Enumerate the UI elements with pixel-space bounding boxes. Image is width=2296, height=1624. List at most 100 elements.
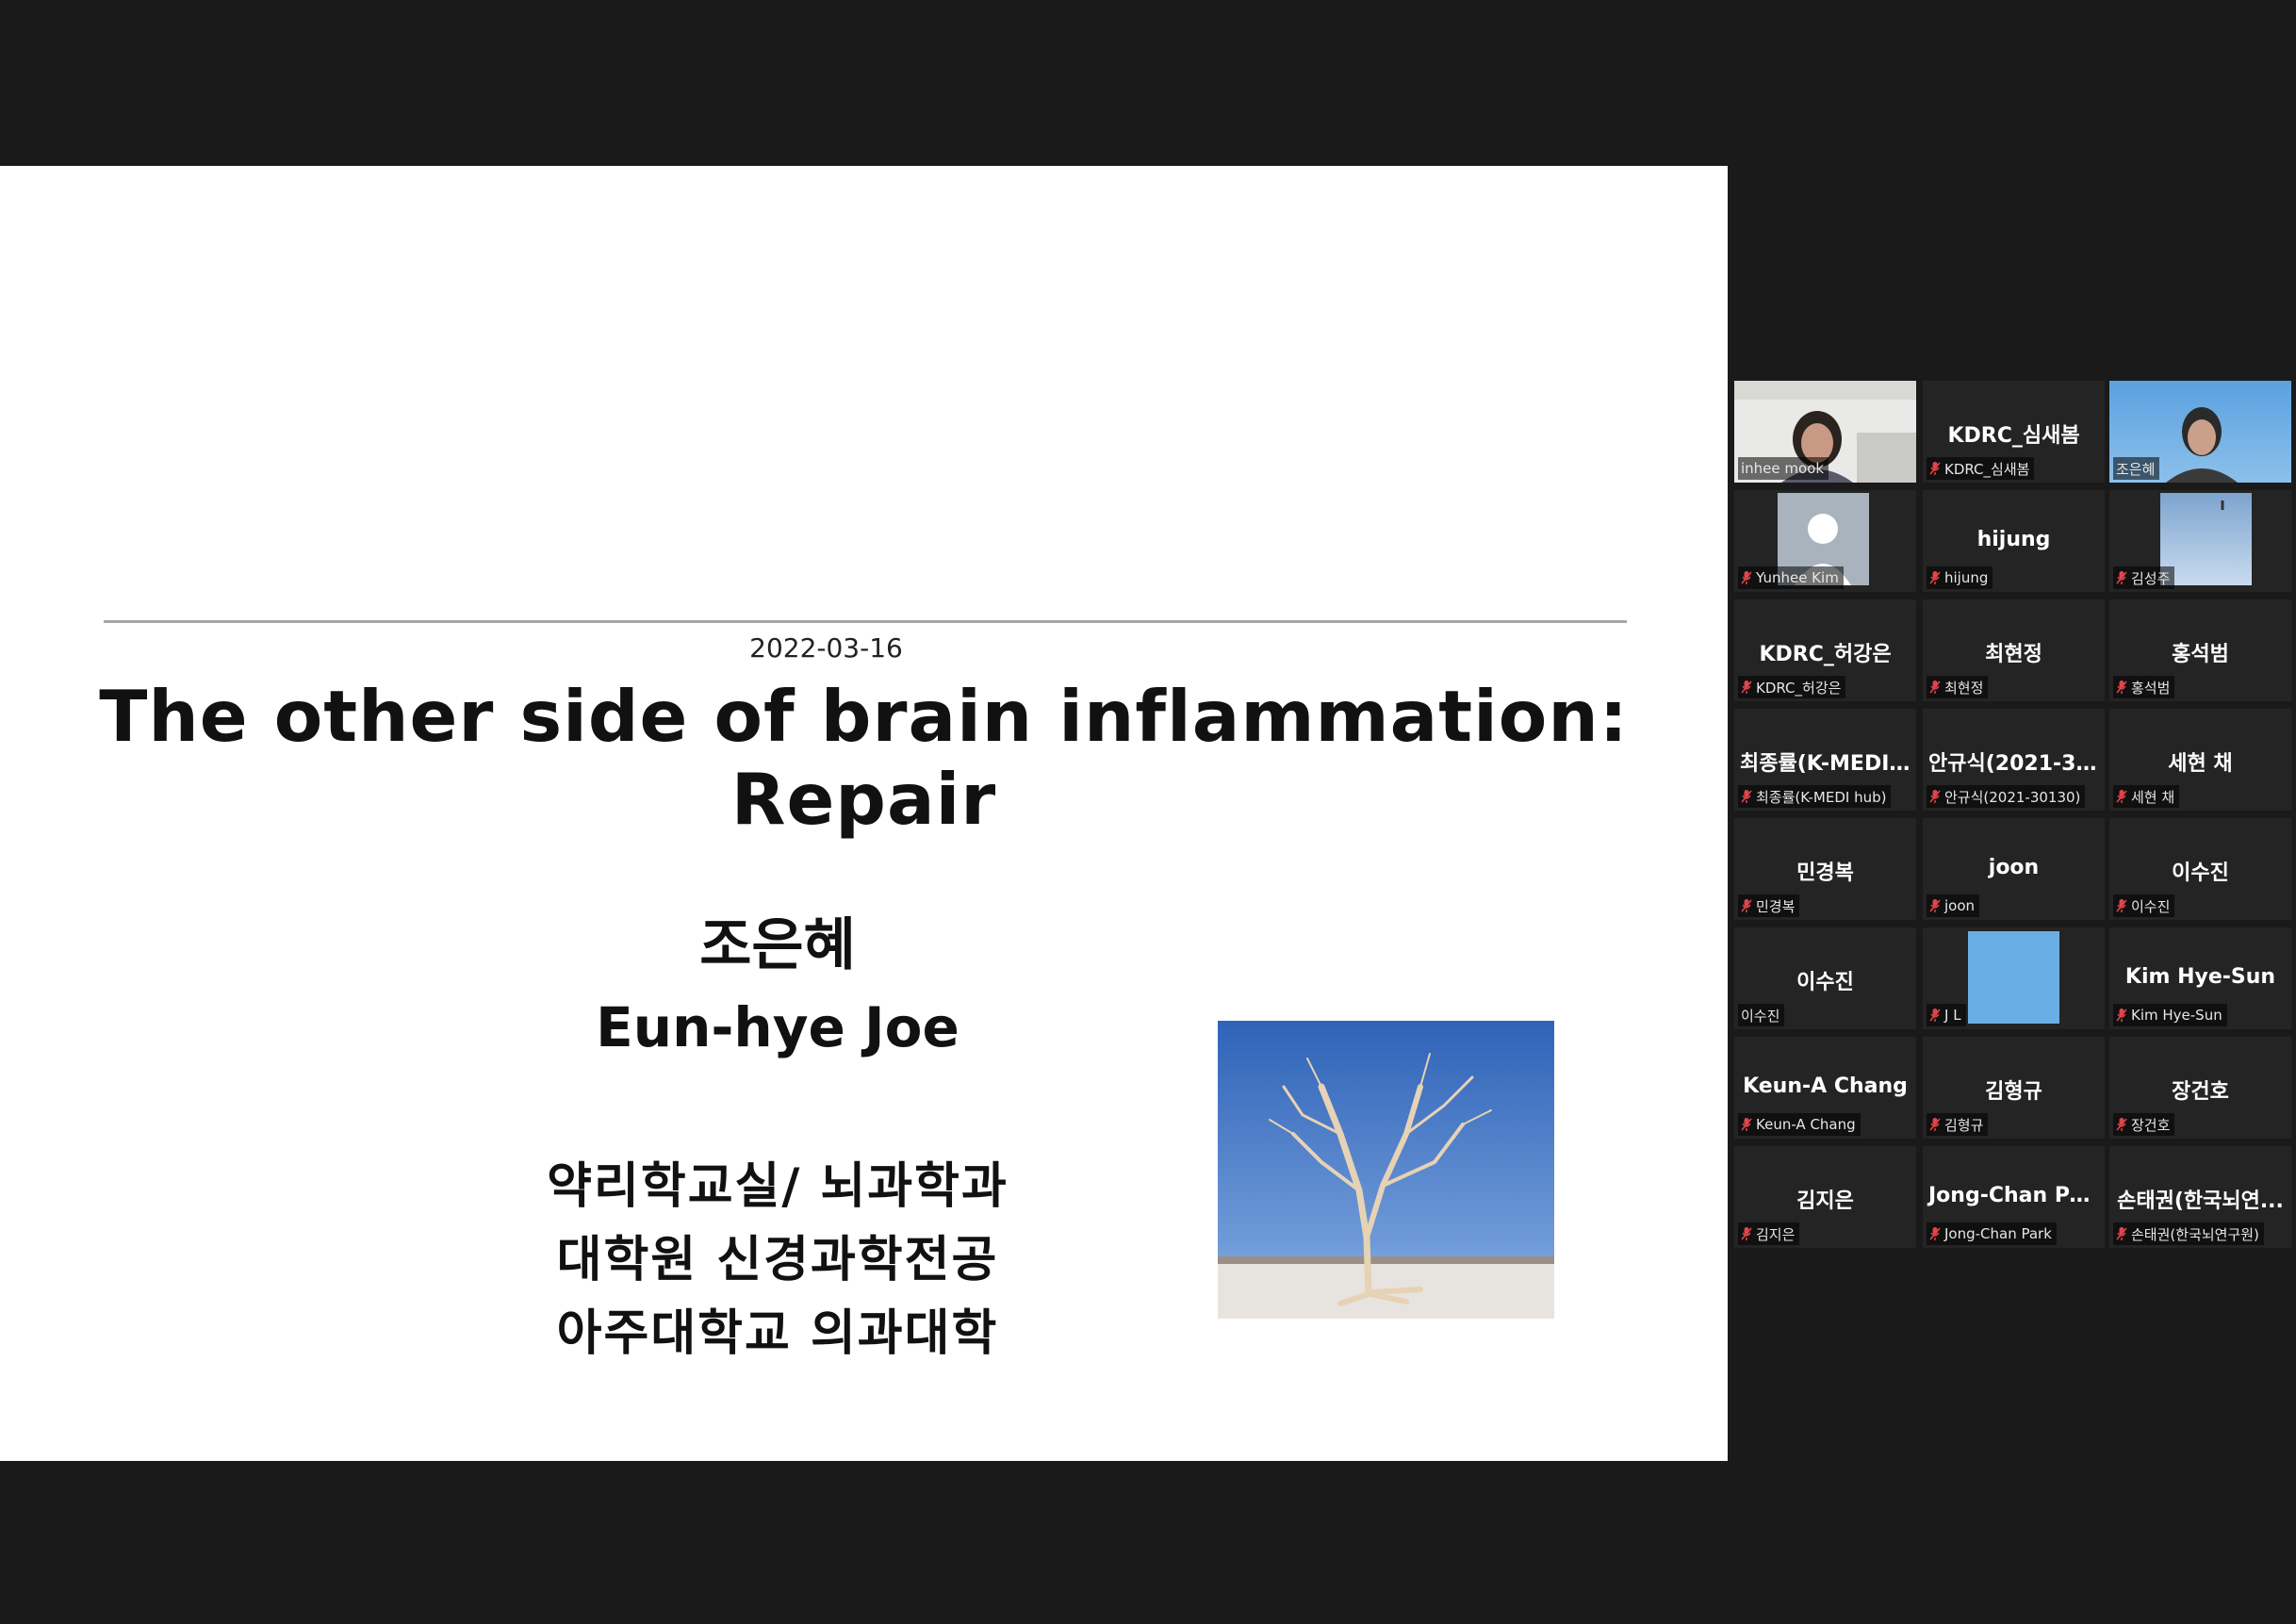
participant-label-text: KDRC_허강은 xyxy=(1756,679,1842,697)
participant-tile[interactable]: 세현 채 세현 채 xyxy=(2109,709,2291,811)
muted-mic-icon xyxy=(1929,790,1941,803)
participant-label-text: 이수진 xyxy=(1741,1007,1780,1025)
muted-mic-icon xyxy=(1741,790,1752,803)
participant-name-label: KDRC_심새봄 xyxy=(1927,457,2035,480)
muted-mic-icon xyxy=(1741,681,1752,694)
muted-mic-icon xyxy=(2116,571,2127,584)
participant-tile[interactable]: 조은혜 xyxy=(2109,381,2291,483)
muted-mic-icon xyxy=(2116,681,2127,694)
presenter-name-korean: 조은혜 xyxy=(699,912,856,978)
participant-tile[interactable]: 이수진 이수진 xyxy=(1734,927,1916,1029)
dead-tree-photo xyxy=(1218,1021,1554,1319)
muted-mic-icon xyxy=(1929,1227,1941,1240)
participant-tile[interactable]: Keun-A Chang Keun-A Chang xyxy=(1734,1037,1916,1139)
participant-tile[interactable]: 홍석범 홍석범 xyxy=(2109,599,2291,701)
participant-label-text: KDRC_심새봄 xyxy=(1944,460,2030,478)
muted-mic-icon xyxy=(2116,1118,2127,1131)
participant-display-name: 홍석범 xyxy=(2172,643,2229,666)
participant-name-label: Jong-Chan Park xyxy=(1927,1222,2057,1245)
participant-tile[interactable]: 김지은 김지은 xyxy=(1734,1146,1916,1248)
participant-tile[interactable]: 김형규 김형규 xyxy=(1923,1037,2105,1139)
slide-title: The other side of brain inflammation: Re… xyxy=(99,675,1629,841)
participant-name-label: 홍석범 xyxy=(2113,676,2175,698)
participant-name-label: 이수진 xyxy=(2113,894,2175,917)
participant-display-name: 이수진 xyxy=(2172,861,2229,885)
participant-label-text: joon xyxy=(1944,897,1976,914)
participant-label-text: 김성주 xyxy=(2131,569,2171,587)
participant-tile[interactable]: hijung hijung xyxy=(1923,490,2105,592)
slide-date: 2022-03-16 xyxy=(749,632,903,664)
participant-name-label: 장건호 xyxy=(2113,1113,2175,1136)
participant-display-name: KDRC_심새봄 xyxy=(1947,424,2080,448)
participant-display-name: 손태권(한국뇌연... xyxy=(2117,1189,2284,1213)
participant-name-label: 세현 채 xyxy=(2113,785,2180,808)
participant-tile[interactable]: 장건호 장건호 xyxy=(2109,1037,2291,1139)
participant-display-name: KDRC_허강은 xyxy=(1759,643,1892,666)
muted-mic-icon xyxy=(1929,899,1941,912)
participant-display-name: Keun-A Chang xyxy=(1743,1074,1908,1098)
participant-tile[interactable]: 안규식(2021-30... 안규식(2021-30130) xyxy=(1923,709,2105,811)
affiliation-line: 대학원 신경과학전공 xyxy=(556,1232,999,1288)
participant-name-label: Keun-A Chang xyxy=(1738,1113,1861,1136)
participant-label-text: J L xyxy=(1944,1007,1961,1024)
participant-tile[interactable]: Kim Hye-Sun Kim Hye-Sun xyxy=(2109,927,2291,1029)
affiliation-line: 아주대학교 의과대학 xyxy=(556,1305,999,1362)
participant-tile[interactable]: 김성주 xyxy=(2109,490,2291,592)
muted-mic-icon xyxy=(1929,681,1941,694)
muted-mic-icon xyxy=(1741,1118,1752,1131)
participant-name-label: 안규식(2021-30130) xyxy=(1927,785,2086,808)
participant-display-name: 민경복 xyxy=(1796,861,1854,885)
participant-name-label: 최종률(K-MEDI hub) xyxy=(1738,785,1892,808)
participant-name-label: 조은혜 xyxy=(2113,457,2160,480)
participant-tile[interactable]: joon joon xyxy=(1923,818,2105,920)
participant-tile[interactable]: 최현정 최현정 xyxy=(1923,599,2105,701)
participant-label-text: inhee mook xyxy=(1741,460,1825,477)
participant-label-text: 손태권(한국뇌연구원) xyxy=(2131,1225,2259,1243)
participant-tile[interactable]: 최종률(K-MEDI... 최종률(K-MEDI hub) xyxy=(1734,709,1916,811)
participant-label-text: 김지은 xyxy=(1756,1225,1796,1243)
participant-tile[interactable]: KDRC_심새봄 KDRC_심새봄 xyxy=(1923,381,2105,483)
muted-mic-icon xyxy=(2116,1009,2127,1022)
muted-mic-icon xyxy=(2116,899,2127,912)
participant-name-label: inhee mook xyxy=(1738,457,1829,480)
muted-mic-icon xyxy=(1929,1118,1941,1131)
participant-name-label: 손태권(한국뇌연구원) xyxy=(2113,1222,2264,1245)
slide-divider xyxy=(104,620,1627,623)
participant-label-text: 세현 채 xyxy=(2131,788,2175,806)
participant-display-name: Jong-Chan Park xyxy=(1928,1184,2105,1207)
participant-label-text: Yunhee Kim xyxy=(1756,569,1839,586)
participant-name-label: J L xyxy=(1927,1004,1966,1026)
participant-label-text: hijung xyxy=(1944,569,1989,586)
participant-display-name: hijung xyxy=(1976,528,2051,551)
participant-label-text: Keun-A Chang xyxy=(1756,1116,1856,1133)
participant-name-label: hijung xyxy=(1927,566,1993,589)
participant-name-label: 김지은 xyxy=(1738,1222,1800,1245)
muted-mic-icon xyxy=(2116,1227,2127,1240)
participant-tile[interactable]: Yunhee Kim xyxy=(1734,490,1916,592)
participant-label-text: Kim Hye-Sun xyxy=(2131,1007,2222,1024)
participant-display-name: Kim Hye-Sun xyxy=(2124,965,2276,989)
participant-tile[interactable]: Jong-Chan Park Jong-Chan Park xyxy=(1923,1146,2105,1248)
presenter-name-english: Eun-hye Joe xyxy=(596,995,959,1059)
participant-display-name: 이수진 xyxy=(1796,971,1854,994)
participant-label-text: Jong-Chan Park xyxy=(1944,1225,2052,1242)
participant-name-label: 최현정 xyxy=(1927,676,1989,698)
participant-name-label: 민경복 xyxy=(1738,894,1800,917)
participant-name-label: KDRC_허강은 xyxy=(1738,676,1846,698)
participant-name-label: 김형규 xyxy=(1927,1113,1989,1136)
participant-label-text: 조은혜 xyxy=(2116,460,2156,478)
participant-tile[interactable]: 민경복 민경복 xyxy=(1734,818,1916,920)
participant-display-name: 최종률(K-MEDI... xyxy=(1740,752,1913,776)
participant-tile[interactable]: KDRC_허강은 KDRC_허강은 xyxy=(1734,599,1916,701)
participant-name-label: 이수진 xyxy=(1738,1004,1785,1026)
muted-mic-icon xyxy=(2116,790,2127,803)
participant-tile[interactable]: inhee mook xyxy=(1734,381,1916,483)
participant-tile[interactable]: J L xyxy=(1923,927,2105,1029)
participant-name-label: Kim Hye-Sun xyxy=(2113,1004,2227,1026)
participant-tile[interactable]: 이수진 이수진 xyxy=(2109,818,2291,920)
participant-name-label: 김성주 xyxy=(2113,566,2175,589)
participant-display-name: 김지은 xyxy=(1796,1189,1854,1213)
participant-display-name: 최현정 xyxy=(1985,643,2042,666)
participant-tile[interactable]: 손태권(한국뇌연... 손태권(한국뇌연구원) xyxy=(2109,1146,2291,1248)
participant-label-text: 최현정 xyxy=(1944,679,1984,697)
